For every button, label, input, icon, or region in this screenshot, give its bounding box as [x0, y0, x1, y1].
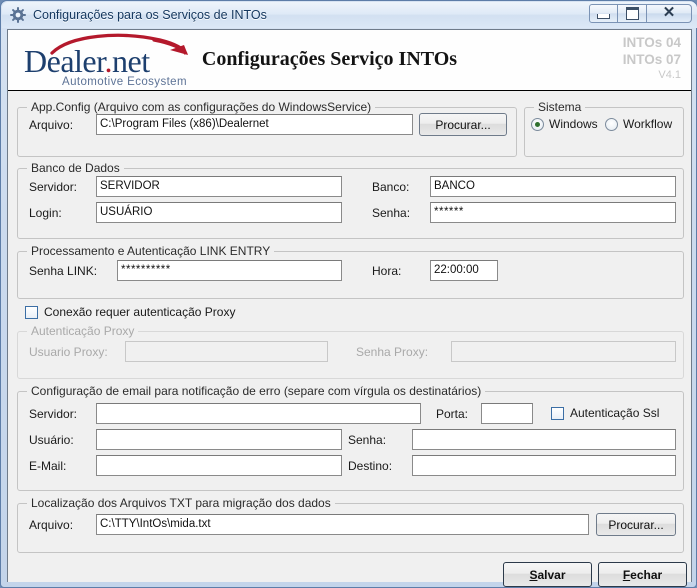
- appconfig-legend: App.Config (Arquivo com as configurações…: [27, 100, 376, 114]
- proxy-password-input[interactable]: [451, 341, 676, 362]
- application-window: Configurações para os Serviços de INTOs …: [0, 0, 697, 588]
- radio-windows-label: Windows: [549, 117, 598, 131]
- checkbox-icon: [25, 305, 38, 319]
- txtfiles-file-label: Arquivo:: [29, 518, 74, 532]
- version-info: INTOs 04 INTOs 07 V4.1: [623, 34, 681, 83]
- close-form-button[interactable]: Fechar: [598, 562, 687, 587]
- proxy-legend: Autenticação Proxy: [27, 324, 139, 338]
- maximize-button[interactable]: [618, 4, 647, 23]
- version-line-3: V4.1: [658, 69, 681, 81]
- linkentry-hour-input[interactable]: 22:00:00: [430, 260, 498, 281]
- maximize-icon: [625, 7, 639, 20]
- gear-icon: [10, 7, 26, 23]
- proxy-password-label: Senha Proxy:: [356, 345, 429, 359]
- appconfig-file-input[interactable]: C:\Program Files (x86)\Dealernet: [96, 114, 413, 135]
- database-bank-label: Banco:: [372, 180, 410, 194]
- database-password-label: Senha:: [372, 206, 411, 220]
- email-server-label: Servidor:: [29, 407, 78, 421]
- database-login-input[interactable]: USUÁRIO: [96, 202, 342, 223]
- email-dest-input[interactable]: [412, 455, 676, 476]
- branding-header: Dealer.net Automotive Ecosystem Configur…: [8, 30, 691, 91]
- linkentry-hour-label: Hora:: [372, 264, 402, 278]
- client-area: Dealer.net Automotive Ecosystem Configur…: [7, 29, 692, 587]
- close-form-label: echar: [630, 567, 663, 582]
- save-button-label: alvar: [537, 567, 566, 582]
- email-mail-label: E-Mail:: [29, 459, 67, 473]
- email-port-label: Porta:: [436, 407, 469, 421]
- database-legend: Banco de Dados: [27, 161, 124, 175]
- txtfiles-legend: Localização dos Arquivos TXT para migraç…: [27, 496, 335, 510]
- linkentry-password-label: Senha LINK:: [29, 264, 98, 278]
- version-line-2: INTOs 07: [622, 52, 681, 67]
- proxy-user-input[interactable]: [125, 341, 328, 362]
- radio-workflow-label: Workflow: [623, 117, 673, 131]
- linkentry-legend: Processamento e Autenticação LINK ENTRY: [27, 244, 275, 258]
- email-dest-label: Destino:: [348, 459, 393, 473]
- radio-windows-indicator: [531, 117, 544, 131]
- proxy-user-label: Usuario Proxy:: [29, 345, 108, 359]
- email-legend: Configuração de email para notificação d…: [27, 384, 486, 398]
- email-mail-input[interactable]: [96, 455, 342, 476]
- version-line-1: INTOs 04: [622, 35, 681, 50]
- txtfiles-file-input[interactable]: C:\TTY\IntOs\mida.txt: [96, 514, 589, 535]
- email-ssl-checkbox[interactable]: Autenticação Ssl: [551, 406, 659, 420]
- logo-tagline: Automotive Ecosystem: [62, 76, 187, 88]
- close-icon: ✕: [662, 4, 676, 21]
- database-password-input[interactable]: ******: [430, 202, 676, 223]
- email-ssl-label: Autenticação Ssl: [570, 406, 660, 420]
- save-button[interactable]: Salvar: [503, 562, 592, 587]
- appconfig-file-label: Arquivo:: [29, 118, 74, 132]
- minimize-icon: [597, 13, 610, 19]
- sistema-legend: Sistema: [534, 100, 586, 114]
- proxy-required-label: Conexão requer autenticação Proxy: [44, 305, 236, 319]
- txtfiles-browse-button[interactable]: Procurar...: [596, 513, 676, 536]
- database-server-label: Servidor:: [29, 180, 78, 194]
- email-server-input[interactable]: [96, 403, 421, 424]
- database-server-input[interactable]: SERVIDOR: [96, 176, 342, 197]
- radio-workflow[interactable]: Workflow: [605, 117, 672, 131]
- email-password-input[interactable]: [412, 429, 676, 450]
- minimize-button[interactable]: [589, 4, 618, 23]
- email-user-input[interactable]: [96, 429, 342, 450]
- window-controls: ✕: [589, 4, 692, 23]
- email-port-input[interactable]: [481, 403, 533, 424]
- appconfig-browse-button[interactable]: Procurar...: [419, 113, 507, 136]
- proxy-required-checkbox[interactable]: Conexão requer autenticação Proxy: [25, 305, 235, 319]
- email-user-label: Usuário:: [29, 433, 74, 447]
- database-bank-input[interactable]: BANCO: [430, 176, 676, 197]
- title-bar[interactable]: Configurações para os Serviços de INTOs …: [2, 2, 697, 28]
- email-password-label: Senha:: [348, 433, 387, 447]
- radio-windows[interactable]: Windows: [531, 117, 598, 131]
- close-button[interactable]: ✕: [647, 4, 692, 23]
- sistema-group: Sistema: [524, 100, 684, 157]
- page-title: Configurações Serviço INTOs: [201, 48, 458, 70]
- window-title: Configurações para os Serviços de INTOs: [33, 8, 267, 22]
- form-body: App.Config (Arquivo com as configurações…: [8, 91, 691, 587]
- database-login-label: Login:: [29, 206, 62, 220]
- radio-workflow-indicator: [605, 117, 618, 131]
- checkbox-icon: [551, 406, 564, 420]
- linkentry-password-input[interactable]: **********: [117, 260, 342, 281]
